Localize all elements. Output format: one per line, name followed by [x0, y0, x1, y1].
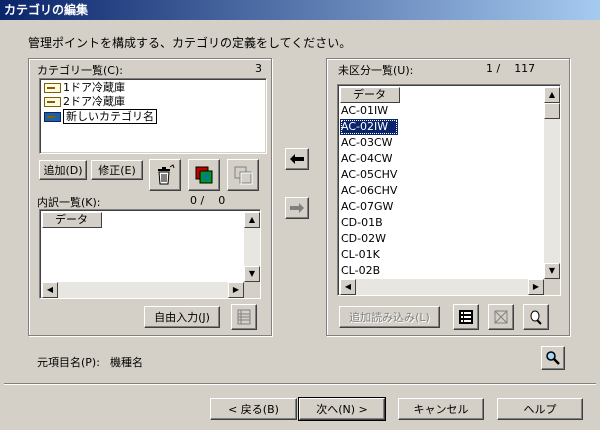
arrow-right-icon: [290, 203, 304, 213]
category-folder-icon: [44, 83, 61, 93]
add-category-button[interactable]: 追加(D): [39, 160, 87, 180]
unclassified-list-item[interactable]: CL-01K: [340, 247, 398, 263]
unclassified-column-header[interactable]: データ: [340, 87, 400, 103]
category-folder-icon: [44, 97, 61, 107]
copy-icon: [234, 166, 253, 185]
category-item[interactable]: 1ドア冷蔵庫: [44, 81, 125, 95]
free-input-button[interactable]: 自由入力(J): [144, 306, 220, 328]
zoom-button[interactable]: [523, 304, 549, 330]
category-tree[interactable]: 1ドア冷蔵庫 2ドア冷蔵庫 新しいカテゴリ名: [39, 78, 267, 154]
unclassified-vscroll-thumb[interactable]: [544, 103, 560, 119]
next-button[interactable]: 次へ(N) >: [298, 397, 386, 421]
window-title-bar: カテゴリの編集: [0, 0, 600, 20]
clear-button[interactable]: [488, 304, 514, 330]
unclassified-list-item[interactable]: CD-01B: [340, 215, 398, 231]
search-icon: [546, 351, 560, 365]
unclassified-list-item[interactable]: AC-01IW: [340, 103, 398, 119]
unclassified-scroll-down-button[interactable]: ▼: [544, 263, 560, 279]
copy-button[interactable]: [227, 159, 259, 191]
unclassified-list-item[interactable]: AC-07GW: [340, 199, 398, 215]
window-title: カテゴリの編集: [4, 3, 89, 17]
source-field-label: 元項目名(P):: [37, 356, 100, 369]
breakdown-count: 0 / 0: [190, 194, 226, 207]
instruction-text: 管理ポイントを構成する、カテゴリの定義をしてください。: [28, 36, 352, 50]
unclassified-list-item[interactable]: AC-03CW: [340, 135, 398, 151]
breakdown-list-label: 内訳一覧(K):: [37, 196, 101, 209]
unclassified-list-item[interactable]: AC-02IW: [340, 119, 398, 135]
clear-icon: [494, 310, 508, 324]
unclassified-scroll-right-button[interactable]: ▶: [528, 279, 544, 295]
unclassified-list-item[interactable]: CL-02B: [340, 263, 398, 279]
unclassified-list[interactable]: データ AC-01IW AC-02IW AC-03CW AC-04CW AC-05CHV…: [337, 84, 561, 296]
unclassified-count: 1 / 117: [486, 62, 536, 75]
select-all-icon: [195, 166, 213, 184]
unclassified-list-item[interactable]: AC-06CHV: [340, 183, 398, 199]
category-item-editing[interactable]: 新しいカテゴリ名: [44, 109, 157, 124]
unclassified-list-label: 未区分一覧(U):: [338, 64, 414, 77]
breakdown-scroll-right-button[interactable]: ▶: [228, 282, 244, 298]
breakdown-scroll-left-button[interactable]: ◀: [42, 282, 58, 298]
scroll-corner: [244, 282, 260, 298]
breakdown-hscroll-track[interactable]: [42, 282, 244, 298]
category-item-label: 2ドア冷蔵庫: [63, 95, 125, 108]
source-field-value: 機種名: [110, 356, 143, 369]
breakdown-column-header[interactable]: データ: [42, 212, 102, 228]
category-item-label: 1ドア冷蔵庫: [63, 81, 125, 94]
scroll-corner: [544, 279, 560, 295]
select-all-button[interactable]: [188, 159, 220, 191]
category-count: 3: [255, 62, 262, 75]
breakdown-scroll-up-button[interactable]: ▲: [244, 212, 260, 228]
back-button[interactable]: < 戻る(B): [210, 398, 297, 420]
list-view-icon: [459, 310, 473, 324]
breakdown-scroll-down-button[interactable]: ▼: [244, 266, 260, 282]
category-folder-icon: [44, 111, 61, 122]
unclassified-scroll-up-button[interactable]: ▲: [544, 87, 560, 103]
load-more-button[interactable]: 追加読み込み(L): [339, 306, 440, 328]
list-view-icon: [237, 309, 251, 325]
zoom-icon: [530, 310, 542, 325]
arrow-left-icon: [290, 154, 304, 164]
category-item[interactable]: 2ドア冷蔵庫: [44, 95, 125, 109]
trash-icon: [158, 164, 175, 185]
move-left-button[interactable]: [285, 148, 309, 170]
unclassified-list-item[interactable]: CD-02W: [340, 231, 398, 247]
breakdown-list-view-button[interactable]: [231, 304, 257, 330]
unclassified-list-view-button[interactable]: [453, 304, 479, 330]
modify-category-button[interactable]: 修正(E): [91, 160, 143, 180]
move-right-button[interactable]: [285, 197, 309, 219]
help-button[interactable]: ヘルプ: [497, 398, 583, 420]
search-button[interactable]: [541, 346, 565, 370]
footer-separator: [4, 383, 596, 385]
unclassified-list-item[interactable]: AC-04CW: [340, 151, 398, 167]
unclassified-scroll-left-button[interactable]: ◀: [340, 279, 356, 295]
category-name-edit-input[interactable]: 新しいカテゴリ名: [63, 109, 157, 124]
category-list-label: カテゴリ一覧(C):: [37, 64, 123, 77]
breakdown-list[interactable]: データ ▲ ▼ ◀ ▶: [39, 209, 261, 299]
cancel-button[interactable]: キャンセル: [398, 398, 484, 420]
unclassified-hscroll-track[interactable]: [340, 279, 544, 295]
delete-button[interactable]: [149, 159, 181, 191]
unclassified-list-item[interactable]: AC-05CHV: [340, 167, 398, 183]
